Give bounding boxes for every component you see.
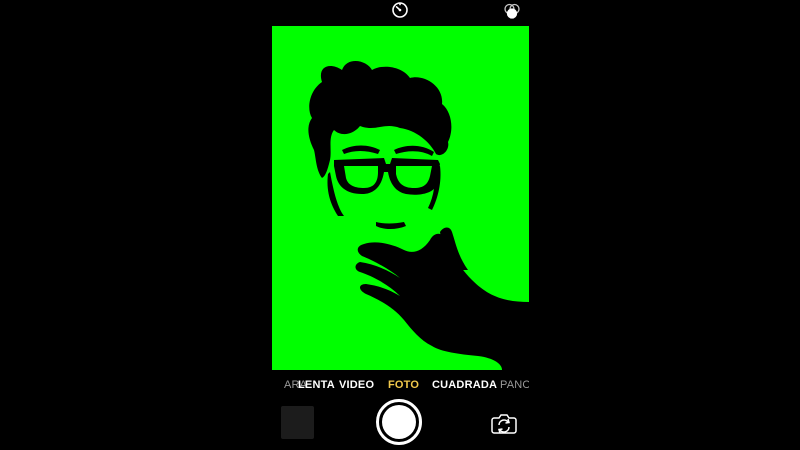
- mode-lenta[interactable]: LENTA: [298, 379, 335, 391]
- mode-video[interactable]: VIDEO: [339, 379, 374, 391]
- capture-controls: [0, 396, 800, 450]
- shutter-button[interactable]: [376, 399, 422, 445]
- timer-icon[interactable]: [390, 0, 410, 20]
- mode-cuadrada[interactable]: CUADRADA: [432, 379, 497, 391]
- mode-pano[interactable]: PANO: [500, 379, 529, 391]
- last-photo-thumbnail[interactable]: [281, 406, 314, 439]
- camera-flip-icon[interactable]: [491, 412, 517, 434]
- camera-mode-selector[interactable]: ARA LENTA VIDEO FOTO CUADRADA PANO: [272, 374, 529, 396]
- mode-foto[interactable]: FOTO: [388, 379, 419, 391]
- filters-icon[interactable]: [502, 2, 522, 22]
- top-toolbar: [0, 0, 800, 26]
- camera-screen: ARA LENTA VIDEO FOTO CUADRADA PANO: [0, 0, 800, 450]
- shutter-inner: [382, 405, 416, 439]
- viewfinder[interactable]: [272, 26, 529, 370]
